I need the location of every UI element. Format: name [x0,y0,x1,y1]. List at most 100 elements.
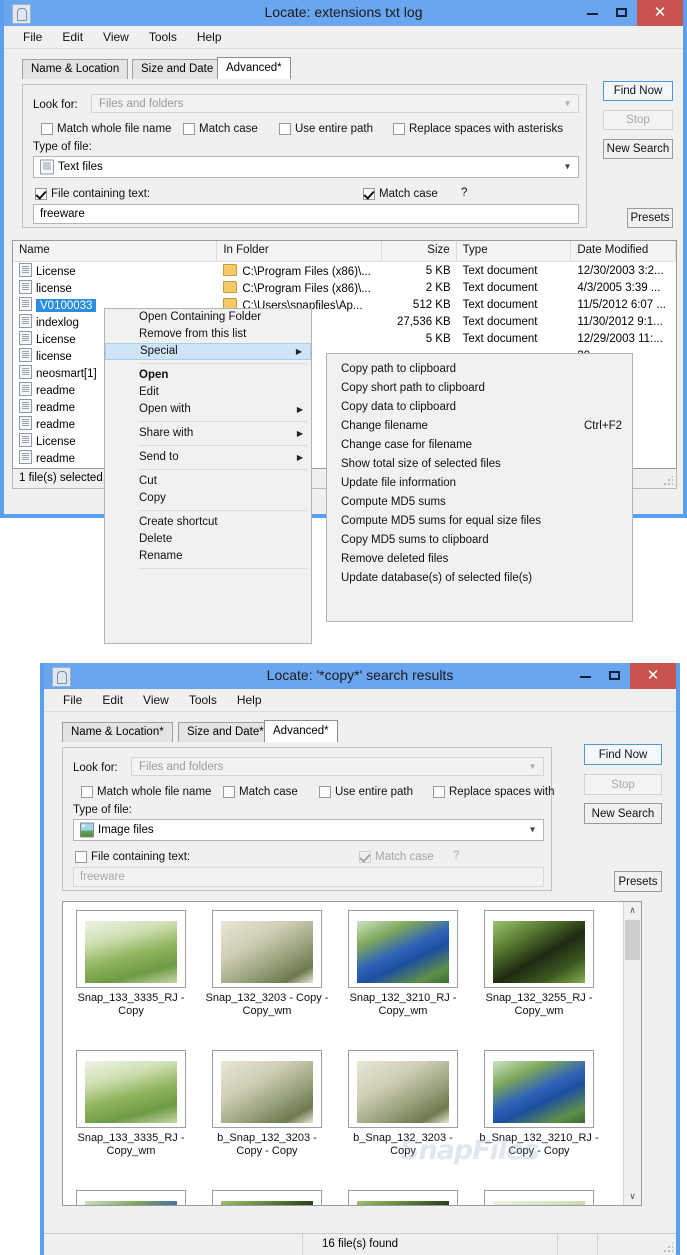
column-header-in-folder[interactable]: In Folder [217,241,382,261]
menu-item-edit[interactable]: Edit [105,384,311,401]
menu-file[interactable]: File [14,28,51,46]
thumbnail-item[interactable]: b_Snap_132_3210_RJ - Copy - Copy [471,1050,607,1190]
checkbox-use-entire-path[interactable]: Use entire path [319,786,413,799]
tab-name-and-location[interactable]: Name & Location [22,59,129,79]
look-for-combo[interactable]: Files and folders ▾ [131,757,544,776]
tabs-window2[interactable]: Name & Location* Size and Date* Advanced… [62,720,622,742]
table-row[interactable]: License C:\Program Files (x86)\... 5 KB Tex… [13,262,676,279]
thumbnail-frame[interactable] [348,910,458,988]
look-for-combo[interactable]: Files and folders ▾ [91,94,579,113]
menu-item-open-with[interactable]: Open with ▶ [105,401,311,418]
checkbox-match-case[interactable]: Match case [223,786,298,799]
thumbnail-item[interactable]: Snap_132_3255_RJ - Copy_wm [471,910,607,1050]
new-search-button[interactable]: New Search [584,803,662,824]
checkbox-file-containing-text[interactable]: File containing text: [35,188,150,201]
thumbnail-frame[interactable] [212,910,322,988]
scrollbar-thumb[interactable] [625,920,640,960]
type-of-file-combo[interactable]: Text files ▾ [33,156,579,178]
submenu-item-change-filename[interactable]: Change filename Ctrl+F2 [327,417,632,436]
menu-edit[interactable]: Edit [53,28,92,46]
submenu-item-show-total-size-of-selected-files[interactable]: Show total size of selected files [327,455,632,474]
presets-button[interactable]: Presets [614,871,662,892]
window1-caption-buttons[interactable]: ✕ [577,0,683,26]
titlebar-window1[interactable]: Locate: extensions txt log ✕ [4,0,683,26]
thumbnail-frame[interactable] [76,1050,186,1128]
table-row[interactable]: license C:\Program Files (x86)\... 2 KB Tex… [13,279,676,296]
maximize-button[interactable] [607,0,637,26]
column-header-name[interactable]: Name [13,241,218,261]
thumbnail-frame[interactable] [484,1050,594,1128]
presets-button[interactable]: Presets [627,208,673,228]
menubar-window2[interactable]: File Edit View Tools Help [44,689,676,712]
thumbnail-frame[interactable] [348,1190,458,1205]
menu-view[interactable]: View [94,28,138,46]
submenu-item-remove-deleted-files[interactable]: Remove deleted files [327,550,632,569]
tab-size-and-date[interactable]: Size and Date [132,59,223,79]
menu-help[interactable]: Help [228,691,271,709]
maximize-button[interactable] [600,663,630,689]
thumbnail-frame[interactable] [212,1050,322,1128]
submenu-item-compute-md5-sums[interactable]: Compute MD5 sums [327,493,632,512]
thumbnail-scrollbar[interactable]: ∧ ∨ [623,902,641,1205]
thumbnail-item[interactable] [63,1190,199,1205]
menu-item-rename[interactable]: Rename [105,548,311,565]
menubar-window1[interactable]: File Edit View Tools Help [4,26,683,49]
submenu-item-update-database-s-of-selected-file-s-[interactable]: Update database(s) of selected file(s) [327,569,632,588]
checkbox-replace-spaces-with-asterisks[interactable]: Replace spaces with asterisks [393,123,563,136]
window2-caption-buttons[interactable]: ✕ [570,663,676,689]
window-locate-copy-results[interactable]: Locate: '*copy*' search results ✕ File E… [40,663,680,1255]
submenu-item-copy-md5-sums-to-clipboard[interactable]: Copy MD5 sums to clipboard [327,531,632,550]
thumbnail-frame[interactable] [76,910,186,988]
thumbnail-item[interactable]: Snap_132_3203 - Copy - Copy_wm [199,910,335,1050]
tab-name-and-location[interactable]: Name & Location* [62,722,173,742]
results-header-row[interactable]: Name In Folder Size Type Date Modified [13,241,676,262]
column-header-type[interactable]: Type [457,241,572,261]
scroll-up-arrow-icon[interactable]: ∧ [624,902,641,919]
close-button[interactable]: ✕ [637,0,683,26]
context-submenu-special[interactable]: Copy path to clipboard Copy short path to… [326,353,633,622]
checkbox-match-whole-file-name[interactable]: Match whole file name [41,123,171,136]
thumbnail-item[interactable] [199,1190,335,1205]
thumbnail-item[interactable] [335,1190,471,1205]
submenu-item-copy-data-to-clipboard[interactable]: Copy data to clipboard [327,398,632,417]
menu-help[interactable]: Help [188,28,231,46]
checkbox-match-whole-file-name[interactable]: Match whole file name [81,786,211,799]
new-search-button[interactable]: New Search [603,139,673,159]
menu-item-remove-from-this-list[interactable]: Remove from this list [105,326,311,343]
help-hint-icon[interactable]: ? [453,850,459,862]
minimize-button[interactable] [577,0,607,26]
submenu-item-update-file-information[interactable]: Update file information [327,474,632,493]
menu-item-send-to[interactable]: Send to ▶ [105,449,311,466]
column-header-date-modified[interactable]: Date Modified [571,241,676,261]
close-button[interactable]: ✕ [630,663,676,689]
cell-name[interactable]: license [13,280,217,295]
thumbnail-item[interactable]: Snap_132_3210_RJ - Copy_wm [335,910,471,1050]
tabs-window1[interactable]: Name & Location Size and Date Advanced* [22,57,622,79]
submenu-item-compute-md5-sums-for-equal-size-files[interactable]: Compute MD5 sums for equal size files [327,512,632,531]
menu-tools[interactable]: Tools [140,28,186,46]
menu-item-open[interactable]: Open [105,367,311,384]
menu-file[interactable]: File [54,691,91,709]
checkbox-match-case[interactable]: Match case [183,123,258,136]
menu-item-special[interactable]: Special ▶ [105,343,311,360]
thumbnail-frame[interactable] [484,1190,594,1205]
menu-edit[interactable]: Edit [93,691,132,709]
menu-item-cut[interactable]: Cut [105,473,311,490]
thumbnail-results-pane[interactable]: Snap_133_3335_RJ - Copy Snap_132_3203 - C… [62,901,642,1206]
menu-item-copy[interactable]: Copy [105,490,311,507]
thumbnail-item[interactable]: b_Snap_132_3203 - Copy [335,1050,471,1190]
thumbnail-frame[interactable] [76,1190,186,1205]
submenu-item-change-case-for-filename[interactable]: Change case for filename [327,436,632,455]
checkbox-use-entire-path[interactable]: Use entire path [279,123,373,136]
titlebar-window2[interactable]: Locate: '*copy*' search results ✕ [44,663,676,689]
checkbox-file-containing-text[interactable]: File containing text: [75,851,190,864]
find-now-button[interactable]: Find Now [603,81,673,101]
tab-advanced[interactable]: Advanced* [264,720,338,742]
menu-item-create-shortcut[interactable]: Create shortcut [105,514,311,531]
tab-size-and-date[interactable]: Size and Date* [178,722,273,742]
thumbnail-item[interactable]: Snap_133_3335_RJ - Copy [63,910,199,1050]
context-menu[interactable]: Open Containing Folder Remove from this l… [104,308,312,644]
column-header-size[interactable]: Size [382,241,457,261]
thumbnail-frame[interactable] [484,910,594,988]
checkbox-containing-match-case[interactable]: Match case [363,188,438,201]
